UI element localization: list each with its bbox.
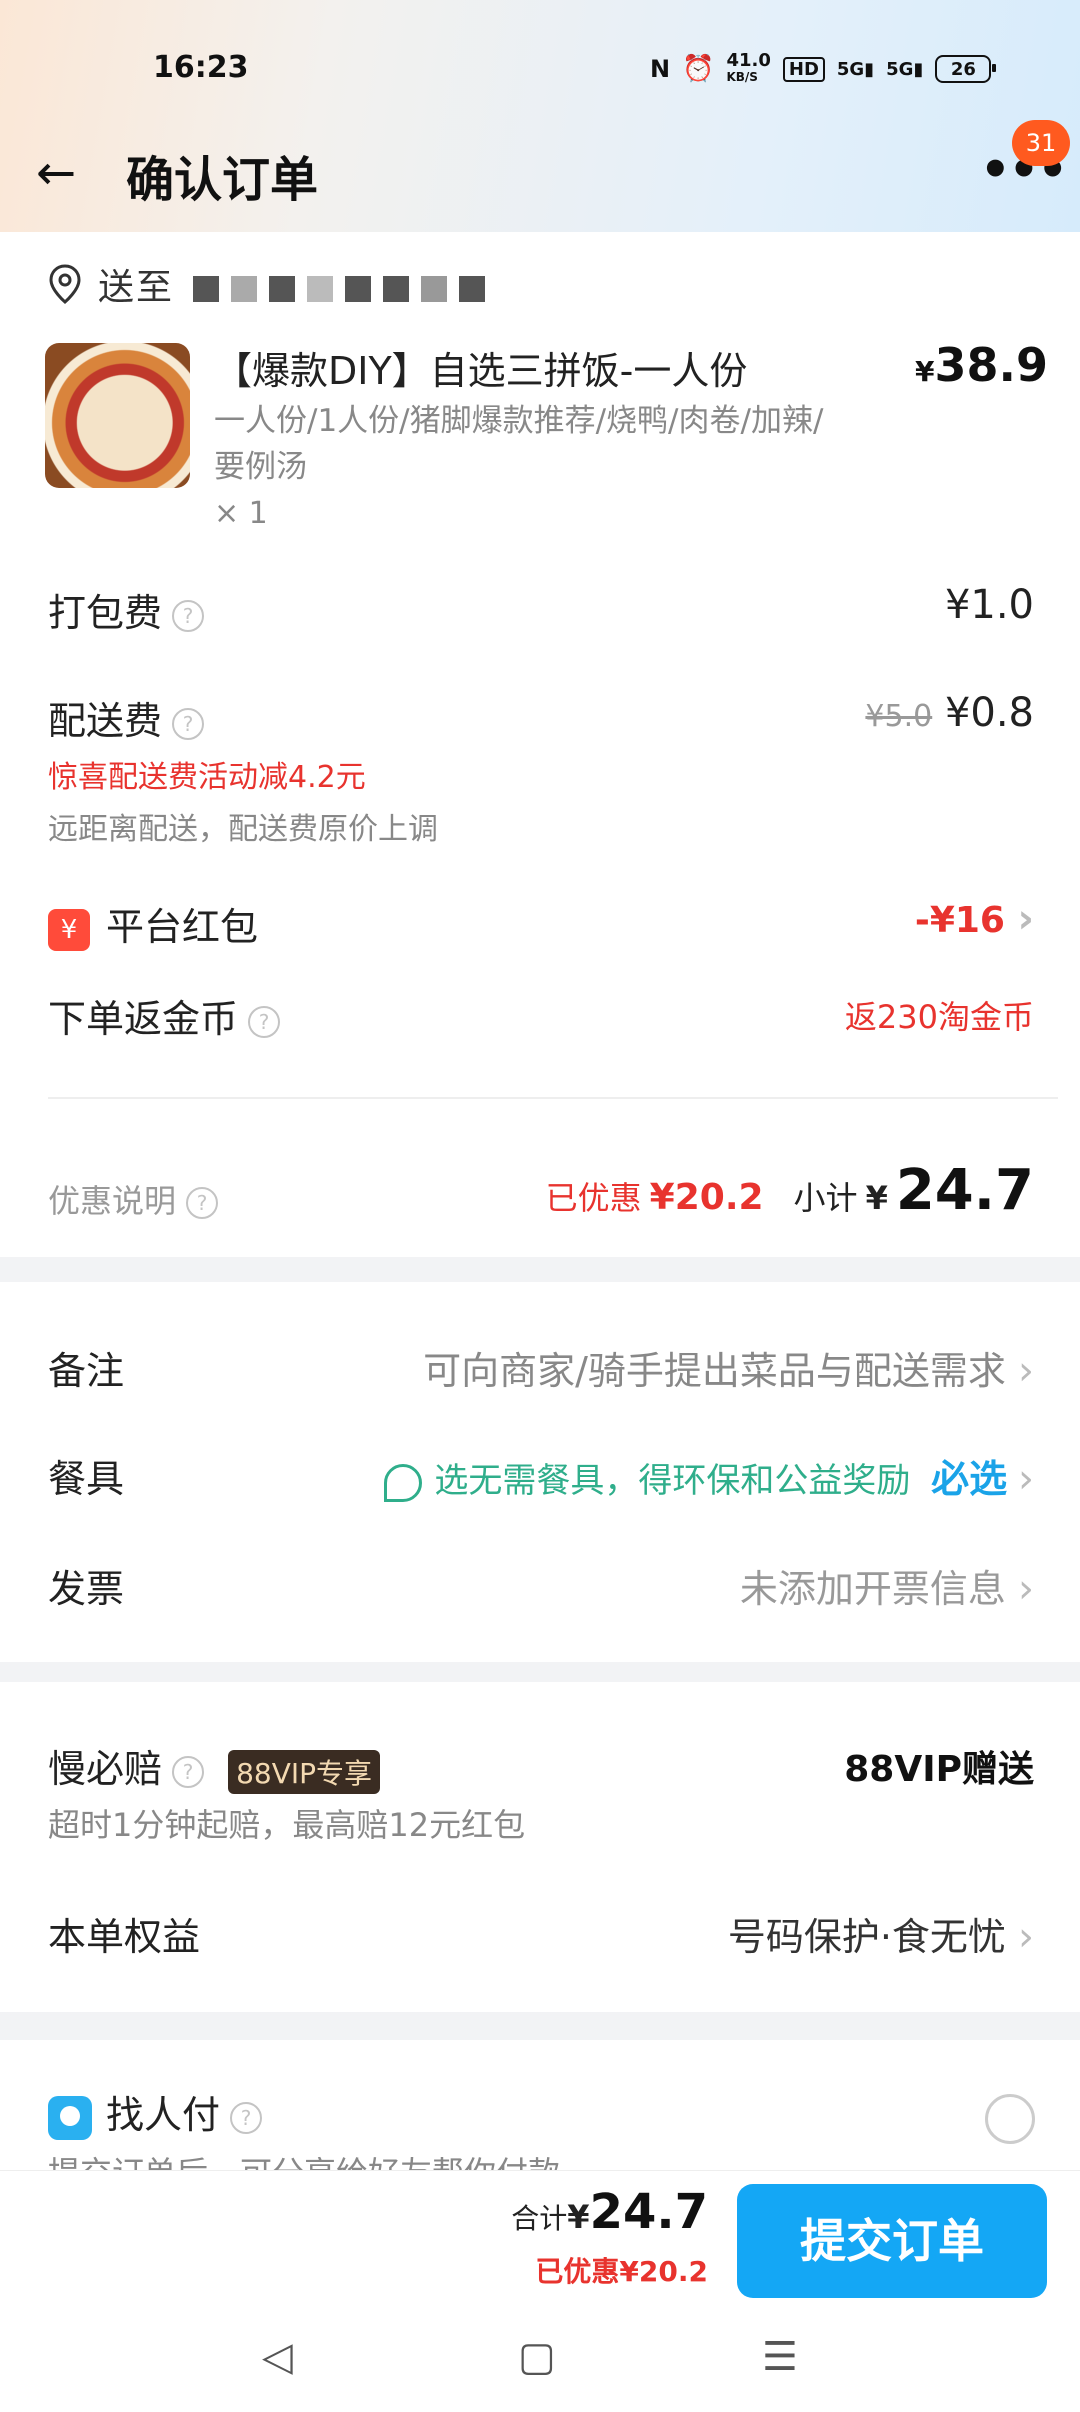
invoice-row[interactable]: 未添加开票信息 › (740, 1558, 1034, 1613)
benefits-card (0, 1682, 1080, 2012)
address-text: 送至 (98, 258, 491, 310)
red-packet-value[interactable]: -¥16 › (915, 896, 1034, 942)
invoice-label: 发票 (48, 1567, 125, 1611)
subtotal-row: 已优惠 ¥20.2 小计 ¥ 24.7 (545, 1158, 1034, 1223)
battery-icon: 26 (935, 55, 997, 83)
find-pay-note: 提交订单后，可分享给好友帮你付款 (48, 2148, 560, 2170)
nfc-icon: N (650, 55, 671, 83)
delivery-promo: 惊喜配送费活动减4.2元 (48, 760, 366, 795)
header: 16:23 N ⏰ 41.0 KB/S HD 5G▮ 5G▮ 26 ← 确认订单… (0, 0, 1080, 232)
delivery-note: 远距离配送，配送费原价上调 (48, 812, 438, 847)
delivery-fee-label: 配送费? (48, 690, 205, 745)
food-quantity: × 1 (214, 496, 268, 531)
remark-label: 备注 (48, 1349, 125, 1393)
location-pin-icon (49, 264, 81, 304)
signal-icon-1: 5G▮ (836, 58, 875, 80)
bottom-saved: 已优惠¥20.2 (535, 2255, 708, 2288)
packing-fee-value: ¥1.0 (944, 582, 1034, 628)
total-amount: 24.7 (589, 2184, 708, 2240)
coins-value: 返230淘金币 (844, 998, 1034, 1036)
slow-pay-note: 超时1分钟起赔，最高赔12元红包 (48, 1806, 526, 1844)
notification-badge: 31 (1012, 120, 1070, 166)
alarm-icon: ⏰ (682, 54, 715, 84)
tableware-row[interactable]: 选无需餐具，得环保和公益奖励 必选 › (384, 1448, 1034, 1503)
chevron-right-icon: › (1018, 1914, 1034, 1960)
chevron-right-icon: › (1018, 1348, 1034, 1394)
saved-label: 已优惠 (545, 1179, 642, 1217)
help-icon[interactable]: ? (172, 599, 205, 632)
food-name: 【爆款DIY】自选三拼饭-一人份 (214, 349, 748, 393)
delivery-fee-value: ¥5.0 ¥0.8 (865, 690, 1034, 736)
discount-explain[interactable]: 优惠说明? (48, 1176, 219, 1222)
help-icon[interactable]: ? (248, 1005, 281, 1038)
slow-pay-label: 慢必赔? 88VIP专享 (48, 1738, 381, 1794)
find-pay-icon (48, 2095, 92, 2140)
nav-home-icon[interactable]: ▢ (518, 2334, 556, 2380)
hd-icon: HD (782, 56, 825, 82)
back-arrow-icon[interactable]: ← (36, 145, 92, 201)
net-speed: 41.0 KB/S (726, 50, 771, 85)
slow-pay-value: 88VIP赠送 (844, 1749, 1034, 1790)
food-price: ¥38.9 (915, 338, 1048, 392)
divider (48, 1097, 1058, 1099)
help-icon[interactable]: ? (172, 1755, 205, 1788)
find-pay-label: 找人付? (48, 2084, 263, 2140)
subtotal-amount: 24.7 (895, 1158, 1034, 1223)
submit-order-button[interactable]: 提交订单 (737, 2184, 1047, 2298)
status-icons: N ⏰ 41.0 KB/S HD 5G▮ 5G▮ 26 (650, 48, 997, 90)
help-icon[interactable]: ? (172, 707, 205, 740)
status-time: 16:23 (153, 50, 249, 85)
address-row[interactable]: 送至 (48, 258, 491, 310)
remark-row[interactable]: 可向商家/骑手提出菜品与配送需求 › (423, 1340, 1034, 1395)
chevron-right-icon: › (1018, 1456, 1034, 1502)
total-label: 合计 (511, 2202, 568, 2235)
find-pay-radio[interactable] (985, 2094, 1035, 2144)
nav-menu-icon[interactable]: ☰ (762, 2334, 798, 2380)
red-packet-row[interactable]: ¥ 平台红包 (48, 896, 258, 951)
chevron-right-icon: › (1017, 896, 1034, 942)
signal-icon-2: 5G▮ (886, 58, 924, 80)
packing-fee-label: 打包费? (48, 582, 205, 637)
delivery-original-price: ¥5.0 (865, 699, 933, 734)
red-packet-icon: ¥ (48, 908, 90, 951)
benefits-label: 本单权益 (48, 1915, 201, 1959)
eco-leaf-icon (384, 1463, 423, 1502)
subtotal-label: 小计 (793, 1179, 858, 1217)
system-nav-bar: ◁ ▢ ☰ (0, 2310, 1080, 2412)
help-icon[interactable]: ? (230, 2101, 263, 2134)
nav-back-icon[interactable]: ◁ (262, 2334, 293, 2380)
page-title: 确认订单 (126, 152, 319, 208)
food-options: 一人份/1人份/猪脚爆款推荐/烧鸭/肉卷/加辣/要例汤 (214, 403, 824, 485)
help-icon[interactable]: ? (186, 1187, 219, 1219)
chevron-right-icon: › (1018, 1566, 1034, 1612)
food-image (45, 343, 190, 488)
saved-amount: ¥20.2 (649, 1177, 764, 1218)
vip-tag: 88VIP专享 (228, 1749, 381, 1794)
benefits-row[interactable]: 号码保护·食无忧 › (728, 1906, 1034, 1961)
coins-label: 下单返金币? (48, 988, 281, 1043)
total-row: 合计 ¥ 24.7 (511, 2184, 708, 2240)
tableware-label: 餐具 (48, 1457, 125, 1501)
